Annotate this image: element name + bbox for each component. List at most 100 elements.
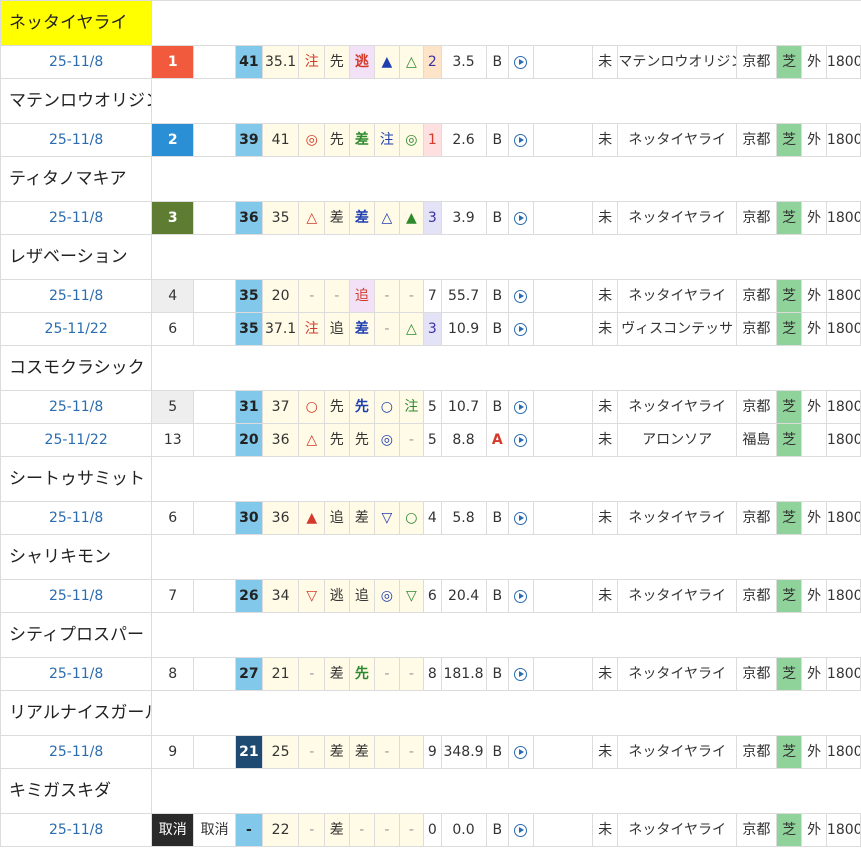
mark-5: ○ bbox=[398, 501, 425, 535]
play-button[interactable] bbox=[508, 279, 534, 313]
odds: 8.8 bbox=[440, 423, 487, 457]
play-video-icon[interactable] bbox=[514, 667, 528, 681]
name-row-filler bbox=[151, 768, 861, 814]
race-date-link[interactable]: 25-11/8 bbox=[0, 735, 153, 769]
rank-note bbox=[193, 45, 237, 79]
winner-name: ヴィスコンテッサ bbox=[617, 312, 737, 346]
popularity: 5 bbox=[423, 390, 442, 424]
speed-index: 36 bbox=[235, 201, 263, 235]
winner-name: ネッタイヤライ bbox=[617, 813, 737, 847]
surface-turf: 芝 bbox=[775, 579, 803, 613]
race-row: 25-11/8 9 21 25- 差差 - -9 348.9 B 未ネッタイヤライ 京都芝外 1800 bbox=[0, 735, 861, 769]
odds: 20.4 bbox=[440, 579, 487, 613]
play-video-icon[interactable] bbox=[514, 400, 528, 414]
equipment-code: B bbox=[485, 45, 510, 79]
mark-3: 差 bbox=[348, 201, 376, 235]
play-button[interactable] bbox=[508, 201, 534, 235]
play-button[interactable] bbox=[508, 813, 534, 847]
race-row: 25-11/8 1 41 35.1 注先逃 ▲ △ 2 3.5 B 未マテンロウオリジン 京都芝外 18… bbox=[0, 45, 861, 79]
horse-name[interactable]: シティプロスパー bbox=[0, 612, 153, 658]
race-row: 25-11/22 13 20 36 △ 先先 ◎ -5 8.8 A 未アロンソア 福島芝 1800 bbox=[0, 423, 861, 457]
mark-4: ◎ bbox=[374, 579, 400, 613]
index-value: 35 bbox=[261, 201, 300, 235]
play-button[interactable] bbox=[508, 735, 534, 769]
popularity: 2 bbox=[423, 45, 442, 79]
equipment-code: B bbox=[485, 579, 510, 613]
play-button[interactable] bbox=[508, 123, 534, 157]
race-date-link[interactable]: 25-11/8 bbox=[0, 45, 153, 79]
race-date-link[interactable]: 25-11/22 bbox=[0, 423, 153, 457]
winner-name: ネッタイヤライ bbox=[617, 501, 737, 535]
mark-1: 注 bbox=[298, 45, 326, 79]
horse-name[interactable]: リアルナイスガール bbox=[0, 690, 153, 736]
venue: 京都 bbox=[735, 813, 777, 847]
running-style: 先 bbox=[324, 45, 350, 79]
race-date-link[interactable]: 25-11/8 bbox=[0, 657, 153, 691]
race-date-link[interactable]: 25-11/8 bbox=[0, 123, 153, 157]
race-class: 未 bbox=[591, 312, 619, 346]
play-button[interactable] bbox=[508, 579, 534, 613]
mark-3: 先 bbox=[348, 390, 376, 424]
play-video-icon[interactable] bbox=[514, 589, 528, 603]
play-video-icon[interactable] bbox=[514, 823, 528, 837]
running-style: 差 bbox=[324, 657, 350, 691]
race-date-link[interactable]: 25-11/8 bbox=[0, 579, 153, 613]
horse-name-row: ティタノマキア bbox=[0, 156, 861, 202]
speed-index: - bbox=[235, 813, 263, 847]
play-button[interactable] bbox=[508, 312, 534, 346]
horse-name[interactable]: ティタノマキア bbox=[0, 156, 153, 202]
race-date-link[interactable]: 25-11/8 bbox=[0, 279, 153, 313]
winner-name: ネッタイヤライ bbox=[617, 657, 737, 691]
index-value: 36 bbox=[261, 501, 300, 535]
odds: 5.8 bbox=[440, 501, 487, 535]
venue: 京都 bbox=[735, 657, 777, 691]
horse-name[interactable]: マテンロウオリジン bbox=[0, 78, 153, 124]
play-video-icon[interactable] bbox=[514, 745, 528, 759]
mark-1: ▽ bbox=[298, 579, 326, 613]
surface-turf: 芝 bbox=[775, 423, 803, 457]
horse-name[interactable]: キミガスキダ bbox=[0, 768, 153, 814]
horse-name[interactable]: シャリキモン bbox=[0, 534, 153, 580]
horse-name[interactable]: ネッタイヤライ bbox=[0, 0, 153, 46]
popularity: 7 bbox=[423, 279, 442, 313]
horse-name[interactable]: レザベーション bbox=[0, 234, 153, 280]
play-video-icon[interactable] bbox=[514, 433, 528, 447]
index-value: 36 bbox=[261, 423, 300, 457]
finish-rank: 5 bbox=[151, 390, 195, 424]
equipment-code: B bbox=[485, 813, 510, 847]
course-side: 外 bbox=[801, 312, 827, 346]
play-video-icon[interactable] bbox=[514, 55, 528, 69]
play-button[interactable] bbox=[508, 390, 534, 424]
play-button[interactable] bbox=[508, 501, 534, 535]
horse-name[interactable]: コスモクラシック bbox=[0, 345, 153, 391]
mark-4: 注 bbox=[374, 123, 400, 157]
mark-3: 先 bbox=[348, 657, 376, 691]
play-video-icon[interactable] bbox=[514, 211, 528, 225]
race-date-link[interactable]: 25-11/8 bbox=[0, 201, 153, 235]
horse-name[interactable]: シートゥサミット bbox=[0, 456, 153, 502]
play-video-icon[interactable] bbox=[514, 133, 528, 147]
play-button[interactable] bbox=[508, 45, 534, 79]
play-video-icon[interactable] bbox=[514, 322, 528, 336]
popularity: 3 bbox=[423, 201, 442, 235]
race-date-link[interactable]: 25-11/22 bbox=[0, 312, 153, 346]
venue: 京都 bbox=[735, 390, 777, 424]
mark-5: - bbox=[398, 279, 425, 313]
venue: 京都 bbox=[735, 579, 777, 613]
horse-name-row: マテンロウオリジン bbox=[0, 78, 861, 124]
play-button[interactable] bbox=[508, 423, 534, 457]
play-button[interactable] bbox=[508, 657, 534, 691]
running-style: 差 bbox=[324, 813, 350, 847]
play-video-icon[interactable] bbox=[514, 511, 528, 525]
race-date-link[interactable]: 25-11/8 bbox=[0, 501, 153, 535]
popularity: 3 bbox=[423, 312, 442, 346]
play-video-icon[interactable] bbox=[514, 289, 528, 303]
race-date-link[interactable]: 25-11/8 bbox=[0, 390, 153, 424]
mark-4: ▽ bbox=[374, 501, 400, 535]
surface-turf: 芝 bbox=[775, 501, 803, 535]
mark-5: ▲ bbox=[398, 201, 425, 235]
odds: 0.0 bbox=[440, 813, 487, 847]
spacer-cell bbox=[532, 735, 593, 769]
race-date-link[interactable]: 25-11/8 bbox=[0, 813, 153, 847]
spacer-cell bbox=[532, 201, 593, 235]
